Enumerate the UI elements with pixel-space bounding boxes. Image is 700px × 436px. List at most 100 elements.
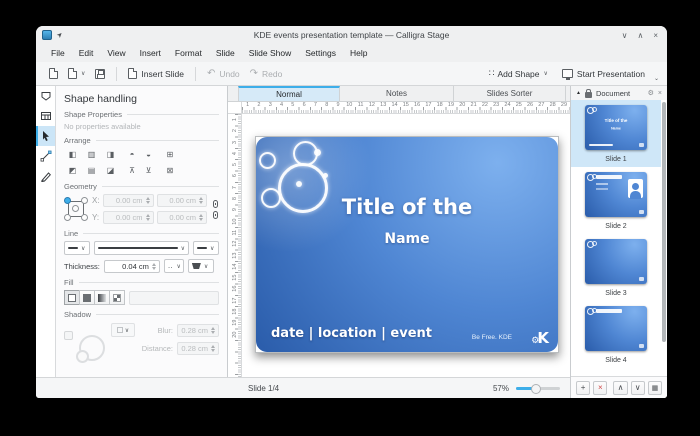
shadow-enable-checkbox[interactable] — [64, 331, 73, 340]
freehand-path-tool[interactable] — [36, 166, 55, 186]
slide-list-item-slide-3[interactable]: Slide 3 — [571, 234, 661, 301]
slide-list-item-slide-2[interactable]: Slide 2 — [571, 167, 661, 234]
raise-shape-icon[interactable]: ◓ — [126, 148, 138, 161]
y-position-field[interactable]: 0.00 cm — [103, 211, 154, 224]
tab-slides-sorter[interactable]: Slides Sorter — [454, 86, 566, 101]
slide-list-scrollbar[interactable] — [662, 102, 666, 342]
panel-close-icon[interactable]: × — [658, 90, 662, 97]
redo-icon: ↷ — [249, 67, 259, 79]
window-title: KDE events presentation template — Calli… — [253, 30, 450, 40]
slide-page[interactable]: Title of the Name date | location | even… — [255, 136, 559, 353]
align-top-icon[interactable]: ◩ — [64, 164, 81, 177]
open-dropdown-caret-icon[interactable]: ∨ — [81, 70, 85, 77]
geometry-header: Geometry — [64, 182, 219, 191]
kde-logo: ⚙ K — [531, 329, 549, 347]
delete-slide-button[interactable]: × — [593, 380, 608, 395]
connection-line-tool[interactable] — [36, 146, 55, 166]
line-end-style-select[interactable]: ∨ — [193, 241, 219, 255]
width-field[interactable]: 0.00 cm — [156, 194, 207, 207]
slide-thumbnail[interactable]: Title of the Name — [585, 105, 647, 150]
line-start-style-select[interactable]: ∨ — [64, 241, 90, 255]
menu-format[interactable]: Format — [168, 46, 209, 60]
thumb-decor — [596, 183, 608, 185]
fill-none-button[interactable] — [64, 290, 80, 305]
lock-size-ratio-icon[interactable] — [212, 210, 218, 219]
ungroup-shapes-icon[interactable]: ⊠ — [164, 164, 176, 177]
move-slide-up-button[interactable]: ∧ — [613, 380, 628, 395]
add-shape-button[interactable]: ∷ Add Shape ∨ — [484, 65, 553, 82]
slide-footer-text[interactable]: date | location | event — [271, 326, 432, 341]
slide-thumbnail[interactable] — [585, 306, 647, 351]
tab-normal[interactable]: Normal — [238, 86, 340, 101]
menu-slide-show[interactable]: Slide Show — [242, 46, 299, 60]
menu-slide[interactable]: Slide — [209, 46, 242, 60]
insert-slide-button[interactable]: Insert Slide — [123, 65, 189, 82]
selection-tool[interactable] — [36, 126, 55, 146]
menu-settings[interactable]: Settings — [298, 46, 343, 60]
minimize-button[interactable]: ∨ — [622, 31, 628, 40]
redo-button[interactable]: ↷ Redo — [245, 66, 288, 82]
zoom-slider-knob[interactable] — [531, 383, 541, 394]
bring-to-front-icon[interactable]: ⊼ — [126, 164, 138, 177]
align-right-icon[interactable]: ◨ — [102, 148, 119, 161]
menu-view[interactable]: View — [100, 46, 132, 60]
close-button[interactable]: × — [653, 31, 658, 40]
slide-title-text[interactable]: Title of the — [256, 195, 558, 219]
slide-thumbnail[interactable] — [585, 172, 647, 217]
menu-insert[interactable]: Insert — [133, 46, 168, 60]
align-center-vertical-icon[interactable]: ▤ — [83, 164, 100, 177]
collapse-panel-icon[interactable]: ▲ — [576, 90, 581, 96]
shadow-color-select[interactable]: ∨ — [111, 323, 135, 337]
maximize-button[interactable]: ∧ — [637, 31, 643, 40]
lock-position-ratio-icon[interactable] — [212, 199, 218, 208]
menu-help[interactable]: Help — [343, 46, 374, 60]
title-bar[interactable]: ➤ KDE events presentation template — Cal… — [36, 26, 667, 44]
zoom-slider[interactable] — [516, 383, 560, 394]
text-table-tool[interactable] — [36, 106, 55, 126]
align-center-horizontal-icon[interactable]: ▥ — [83, 148, 100, 161]
panel-settings-icon[interactable]: ⚙ — [648, 89, 654, 97]
menu-file[interactable]: File — [44, 46, 72, 60]
line-style-select[interactable]: ∨ — [94, 241, 189, 255]
lock-panel-icon[interactable] — [584, 88, 592, 98]
open-document-icon — [68, 68, 77, 79]
thickness-field[interactable]: 0.04 cm — [103, 259, 160, 273]
group-shapes-icon[interactable]: ⊞ — [164, 148, 176, 161]
slide-list-item-slide-4[interactable]: Slide 4 — [571, 301, 661, 368]
height-field[interactable]: 0.00 cm — [156, 211, 207, 224]
save-button[interactable] — [90, 66, 110, 82]
slide-thumbnail-label: Slide 2 — [605, 223, 627, 230]
move-slide-down-button[interactable]: ∨ — [630, 380, 645, 395]
fill-solid-button[interactable] — [79, 290, 95, 305]
fill-gradient-button[interactable] — [94, 290, 110, 305]
slide-list-item-slide-1[interactable]: Title of the Name Slide 1 — [571, 100, 661, 167]
menu-edit[interactable]: Edit — [72, 46, 101, 60]
slide-thumbnail[interactable] — [585, 239, 647, 284]
create-shape-tool[interactable] — [36, 86, 55, 106]
send-to-back-icon[interactable]: ⊻ — [140, 164, 157, 177]
align-left-icon[interactable]: ◧ — [64, 148, 81, 161]
x-position-field[interactable]: 0.00 cm — [103, 194, 154, 207]
align-bottom-icon[interactable]: ◪ — [102, 164, 119, 177]
fill-pattern-button[interactable] — [109, 290, 125, 305]
vertical-ruler[interactable]: 1 2 3 4 5 6 7 8 9 10 11 12 13 14 15 16 17 18 19 20 — [228, 114, 242, 377]
line-cap-select[interactable]: ∨ — [187, 259, 214, 273]
slide-view-mode-button[interactable]: ▦ — [647, 380, 663, 395]
tools-column — [36, 86, 56, 377]
start-presentation-button[interactable]: Start Presentation — [557, 66, 650, 82]
distance-field[interactable]: 0.28 cm — [177, 342, 219, 355]
line-join-select[interactable]: ‥ ∨ — [163, 259, 184, 273]
fill-options-field — [129, 290, 219, 305]
anchor-position-widget[interactable] — [64, 197, 88, 221]
undo-button[interactable]: ↶ Undo — [202, 66, 245, 82]
tab-notes[interactable]: Notes — [340, 86, 454, 101]
lower-shape-icon[interactable]: ◒ — [140, 148, 157, 161]
open-document-button[interactable]: ∨ — [63, 65, 90, 82]
slide-thumbnail-label: Slide 3 — [605, 290, 627, 297]
slide-subtitle-text[interactable]: Name — [256, 231, 558, 247]
add-slide-button[interactable]: + — [576, 380, 591, 395]
toolbar-overflow-caret-icon[interactable]: ⌄ — [654, 75, 659, 82]
shadow-angle-widget[interactable] — [76, 335, 105, 363]
blur-field[interactable]: 0.28 cm — [177, 323, 219, 337]
new-document-button[interactable] — [44, 65, 63, 82]
